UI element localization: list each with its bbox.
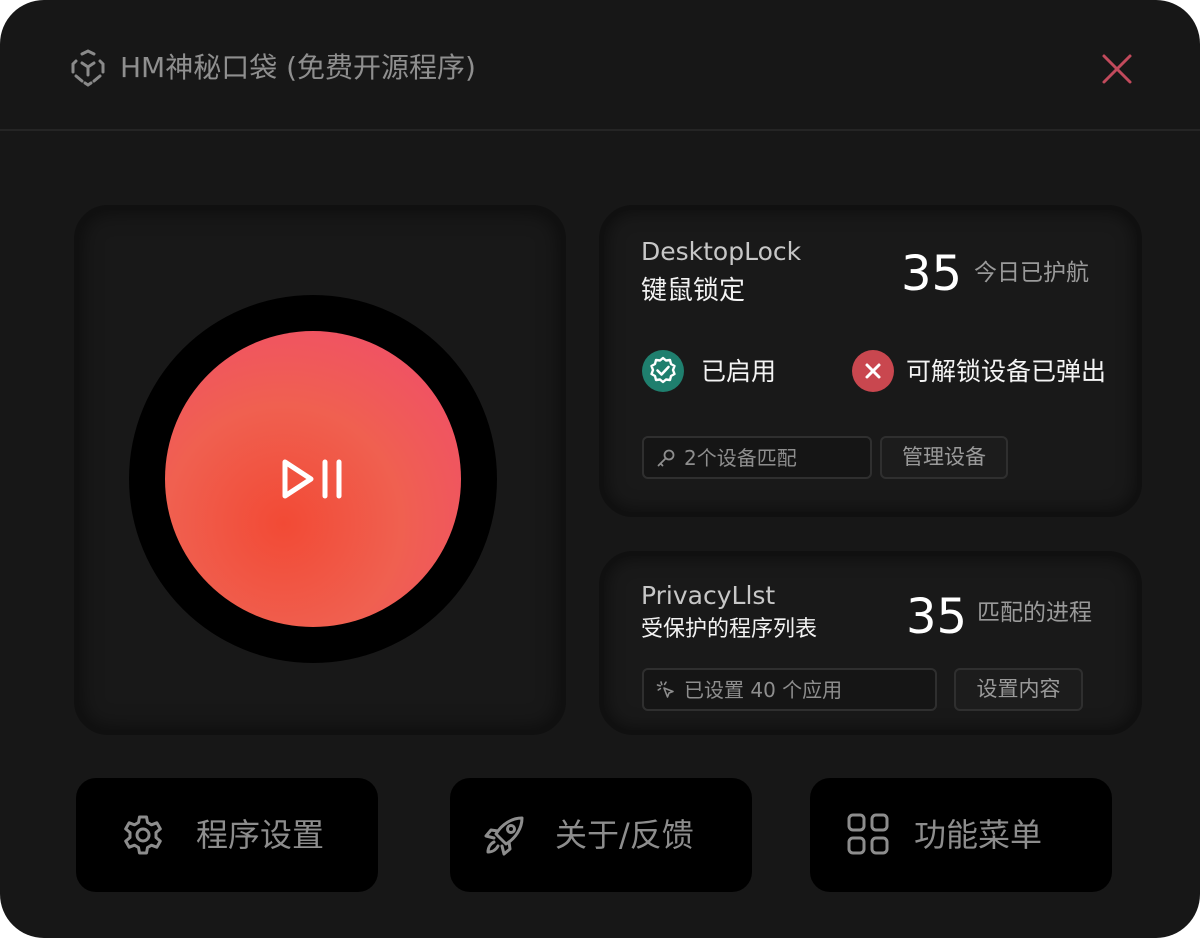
desktop-lock-title-cn: 键鼠锁定 bbox=[641, 276, 746, 306]
app-window: HM神秘口袋 (免费开源程序) DesktopLock 键鼠锁定 35 今日已护… bbox=[0, 0, 1200, 938]
devices-match-text: 2个设备匹配 bbox=[684, 446, 797, 470]
pointer-click-icon bbox=[656, 681, 674, 698]
device-ejected-error-icon bbox=[852, 350, 894, 392]
close-button[interactable] bbox=[1096, 48, 1138, 90]
app-title: HM神秘口袋 (免费开源程序) bbox=[120, 51, 476, 84]
main-toggle-panel bbox=[74, 205, 566, 735]
privacy-list-title-en: PrivacyLlst bbox=[641, 581, 776, 610]
grid-menu-icon bbox=[847, 813, 889, 855]
gear-icon bbox=[124, 815, 162, 855]
enabled-check-icon bbox=[642, 350, 684, 392]
privacy-list-count: 35 bbox=[906, 589, 968, 645]
app-logo-icon bbox=[71, 49, 105, 87]
main-toggle-button[interactable] bbox=[165, 331, 461, 627]
devices-match-chip: 2个设备匹配 bbox=[642, 436, 872, 479]
apps-configured-text: 已设置 40 个应用 bbox=[684, 678, 843, 702]
key-icon bbox=[657, 449, 675, 467]
manage-devices-button[interactable]: 管理设备 bbox=[880, 436, 1008, 479]
desktop-lock-count: 35 bbox=[901, 246, 963, 302]
function-menu-button[interactable]: 功能菜单 bbox=[810, 778, 1112, 892]
privacy-list-count-label: 匹配的进程 bbox=[977, 600, 1092, 626]
edit-content-button[interactable]: 设置内容 bbox=[954, 668, 1083, 711]
about-feedback-button[interactable]: 关于/反馈 bbox=[450, 778, 752, 892]
desktop-lock-title-en: DesktopLock bbox=[641, 237, 802, 266]
title-bar: HM神秘口袋 (免费开源程序) bbox=[0, 0, 1200, 131]
desktop-lock-card: DesktopLock 键鼠锁定 35 今日已护航 已启用 可解锁设备已弹出 2… bbox=[599, 205, 1142, 517]
toggle-ring bbox=[129, 295, 497, 663]
desktop-lock-count-label: 今日已护航 bbox=[974, 260, 1089, 286]
about-feedback-label: 关于/反馈 bbox=[555, 816, 694, 854]
privacy-list-card: PrivacyLlst 受保护的程序列表 35 匹配的进程 已设置 40 个应用… bbox=[599, 551, 1142, 735]
device-status-text: 可解锁设备已弹出 bbox=[906, 357, 1107, 386]
privacy-list-title-cn: 受保护的程序列表 bbox=[641, 617, 818, 642]
apps-configured-chip: 已设置 40 个应用 bbox=[642, 668, 937, 711]
function-menu-label: 功能菜单 bbox=[914, 816, 1043, 854]
rocket-icon bbox=[484, 816, 524, 856]
enabled-status-text: 已启用 bbox=[701, 357, 777, 386]
program-settings-label: 程序设置 bbox=[196, 816, 325, 854]
program-settings-button[interactable]: 程序设置 bbox=[76, 778, 378, 892]
play-pause-icon bbox=[282, 459, 342, 499]
